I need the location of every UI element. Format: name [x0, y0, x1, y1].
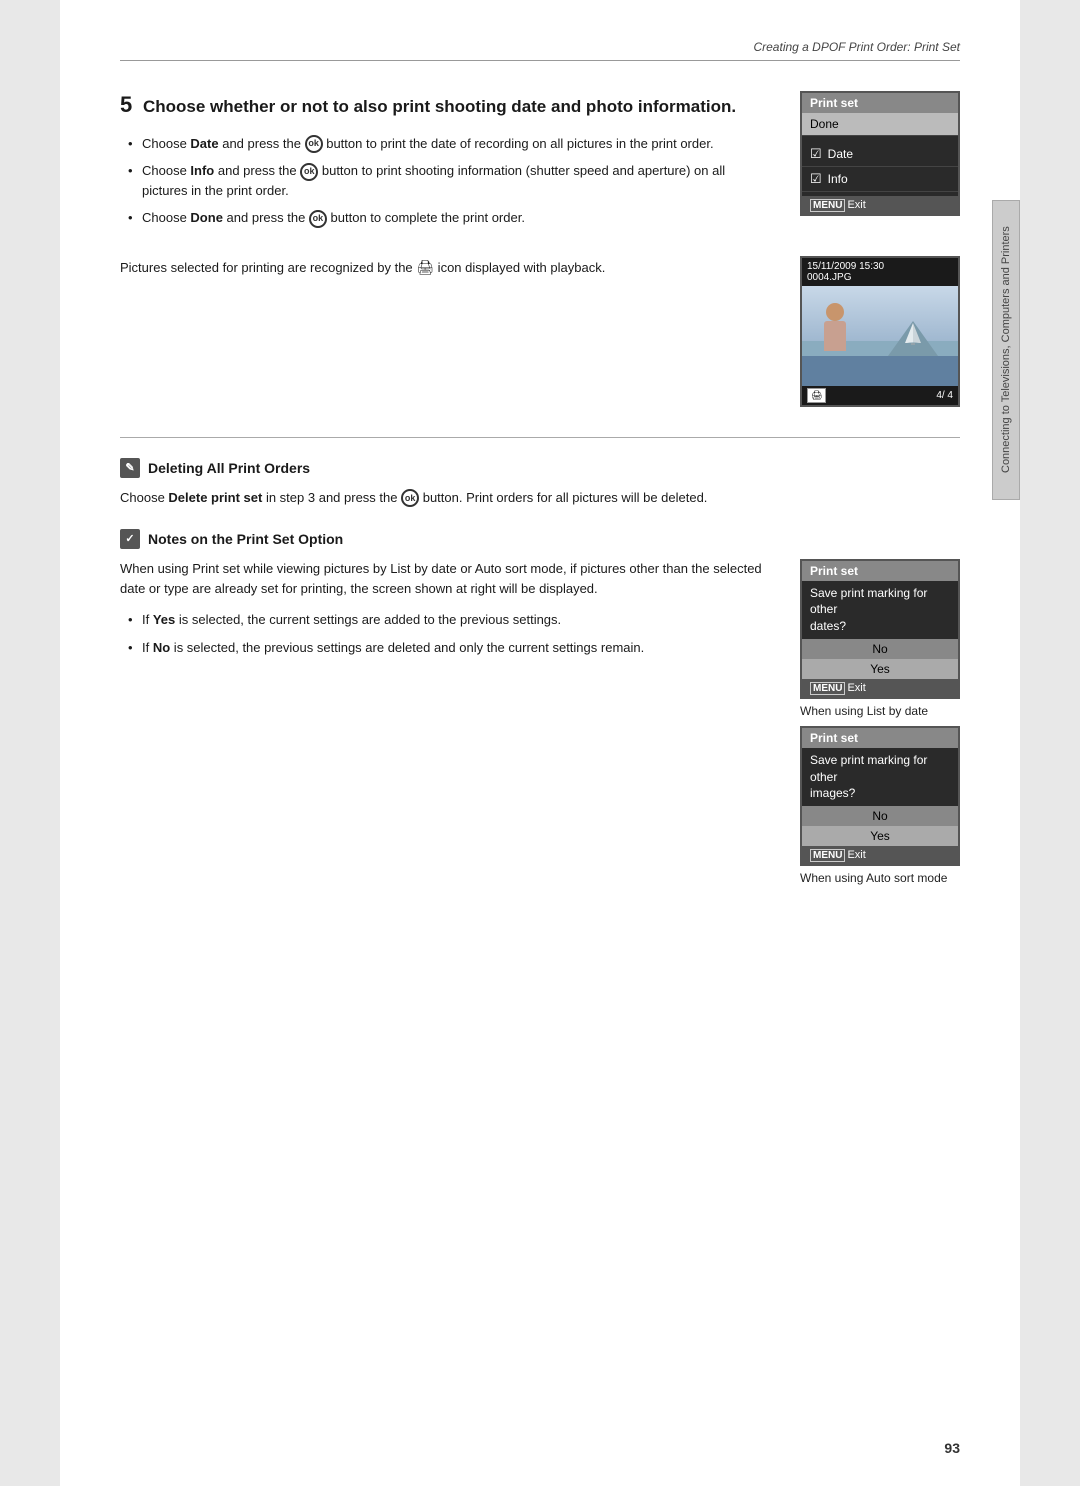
menu-key-auto: MENU: [810, 849, 845, 862]
menu-item-done: Done: [802, 113, 958, 136]
preview-person: [817, 303, 852, 358]
preview-image-area: [802, 286, 958, 386]
camera-preview: 15/11/2009 15:30 0004.JPG: [800, 256, 960, 407]
menu-footer-step5: MENUExit: [802, 196, 958, 214]
menu-footer-list: MENUExit: [802, 679, 958, 697]
step5-heading: 5 Choose whether or not to also print sh…: [120, 91, 770, 120]
deleting-section: ✎ Deleting All Print Orders Choose Delet…: [120, 458, 960, 509]
ok-button-delete: ok: [401, 489, 419, 507]
page-header: Creating a DPOF Print Order: Print Set: [120, 40, 960, 61]
step-number: 5: [120, 92, 132, 117]
notes-bullet-yes: If Yes is selected, the current settings…: [128, 610, 770, 630]
step5-bullet-3: Choose Done and press the ok button to c…: [128, 208, 770, 228]
person-head: [826, 303, 844, 321]
playback-text: Pictures selected for printing are recog…: [120, 256, 770, 279]
preview-timestamp: 15/11/2009 15:30 0004.JPG: [802, 258, 958, 286]
header-title: Creating a DPOF Print Order: Print Set: [753, 40, 960, 54]
menu-auto-caption: When using Auto sort mode: [800, 870, 960, 887]
menu-box-step5: Print set Done Date Info MENUExit: [800, 91, 960, 216]
print-set-menu: Print set Done Date Info MENUExit: [800, 91, 960, 236]
page: Creating a DPOF Print Order: Print Set 5…: [60, 0, 1020, 1486]
step5-section: 5 Choose whether or not to also print sh…: [120, 91, 960, 236]
menu-key-step5: MENU: [810, 199, 845, 212]
menu-yes-1: Yes: [802, 659, 958, 679]
notes-bullets: If Yes is selected, the current settings…: [128, 610, 770, 657]
print-icon: 🖨: [416, 256, 434, 278]
menu-list-caption: When using List by date: [800, 703, 960, 720]
menu-list-body: Save print marking for other dates?: [802, 581, 958, 639]
step5-bullets: Choose Date and press the ok button to p…: [128, 134, 770, 228]
menu-title-list: Print set: [802, 561, 958, 581]
person-body: [824, 321, 846, 351]
ok-button-1: ok: [305, 135, 323, 153]
notes-heading: ✓ Notes on the Print Set Option: [120, 529, 960, 549]
menu-item-info: Info: [802, 167, 958, 192]
check-icon: ✓: [120, 529, 140, 549]
step5-bullet-1: Choose Date and press the ok button to p…: [128, 134, 770, 154]
notes-section: ✓ Notes on the Print Set Option When usi…: [120, 529, 960, 887]
print-set-menus: Print set Save print marking for other d…: [800, 559, 960, 887]
playback-section: Pictures selected for printing are recog…: [120, 256, 960, 407]
menu-title-step5: Print set: [802, 93, 958, 113]
ok-button-2: ok: [300, 163, 318, 181]
page-number: 93: [944, 1440, 960, 1456]
menu-item-date: Date: [802, 142, 958, 167]
menu-auto-sort-container: Print set Save print marking for other i…: [800, 726, 960, 887]
step5-content: 5 Choose whether or not to also print sh…: [120, 91, 770, 236]
deleting-heading: ✎ Deleting All Print Orders: [120, 458, 960, 478]
preview-sailboat: [903, 321, 923, 354]
notes-intro: When using Print set while viewing pictu…: [120, 559, 770, 601]
menu-title-auto: Print set: [802, 728, 958, 748]
menu-list-by-date: Print set Save print marking for other d…: [800, 559, 960, 699]
sidebar-tab: Connecting to Televisions, Computers and…: [992, 200, 1020, 500]
menu-key-list: MENU: [810, 682, 845, 695]
step5-bullet-2: Choose Info and press the ok button to p…: [128, 161, 770, 200]
menu-footer-auto: MENUExit: [802, 846, 958, 864]
preview-print-badge: 🖨: [807, 388, 826, 403]
print-set-text: When using Print set while viewing pictu…: [120, 559, 770, 887]
playback-text-main: Pictures selected for printing are recog…: [120, 260, 605, 275]
menu-auto-sort: Print set Save print marking for other i…: [800, 726, 960, 866]
pencil-icon: ✎: [120, 458, 140, 478]
preview-footer: 🖨 4/ 4: [802, 386, 958, 405]
menu-no-2: No: [802, 806, 958, 826]
preview-water: [802, 356, 958, 386]
print-set-section: When using Print set while viewing pictu…: [120, 559, 960, 887]
deleting-body: Choose Delete print set in step 3 and pr…: [120, 488, 960, 509]
notes-bullet-no: If No is selected, the previous settings…: [128, 638, 770, 658]
menu-auto-body: Save print marking for other images?: [802, 748, 958, 806]
ok-button-3: ok: [309, 210, 327, 228]
menu-yes-2: Yes: [802, 826, 958, 846]
preview-counter: 4/ 4: [936, 390, 953, 401]
menu-list-by-date-container: Print set Save print marking for other d…: [800, 559, 960, 720]
divider-1: [120, 437, 960, 438]
menu-no-1: No: [802, 639, 958, 659]
